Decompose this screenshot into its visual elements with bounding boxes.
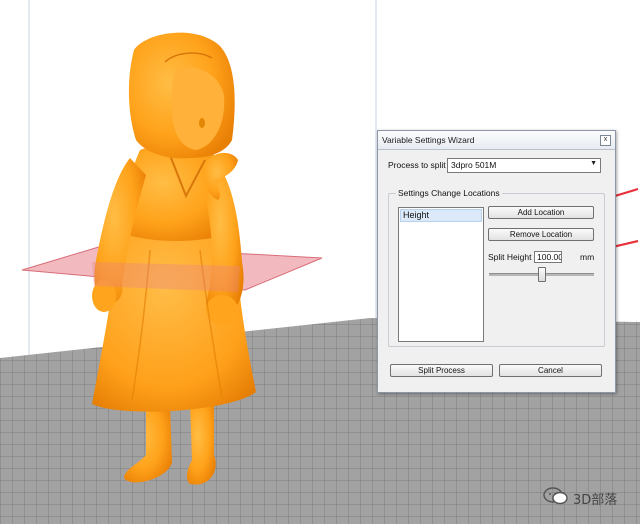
- dialog-title: Variable Settings Wizard: [382, 135, 475, 145]
- add-location-button[interactable]: Add Location: [488, 206, 594, 219]
- cancel-button[interactable]: Cancel: [499, 364, 602, 377]
- process-to-split-label: Process to split: [388, 160, 446, 170]
- variable-settings-wizard-dialog: Variable Settings Wizard x Process to sp…: [377, 130, 616, 393]
- list-item[interactable]: Height: [400, 209, 482, 222]
- process-select[interactable]: 3dpro 501M ▼: [447, 158, 601, 173]
- settings-change-locations-label: Settings Change Locations: [396, 188, 502, 198]
- watermark-text: 3D部落: [573, 493, 618, 508]
- split-height-slider-thumb[interactable]: [538, 267, 546, 282]
- chevron-down-icon: ▼: [590, 160, 597, 167]
- locations-listbox[interactable]: Height: [398, 207, 484, 342]
- split-height-label: Split Height: [488, 252, 532, 262]
- wechat-icon: [543, 487, 568, 505]
- remove-location-button[interactable]: Remove Location: [488, 228, 594, 241]
- close-icon[interactable]: x: [600, 135, 611, 146]
- dialog-titlebar: Variable Settings Wizard x: [378, 131, 615, 150]
- process-select-value: 3dpro 501M: [451, 160, 497, 170]
- split-process-button[interactable]: Split Process: [390, 364, 493, 377]
- split-height-unit: mm: [580, 252, 595, 262]
- split-height-input[interactable]: 100.00: [534, 251, 562, 263]
